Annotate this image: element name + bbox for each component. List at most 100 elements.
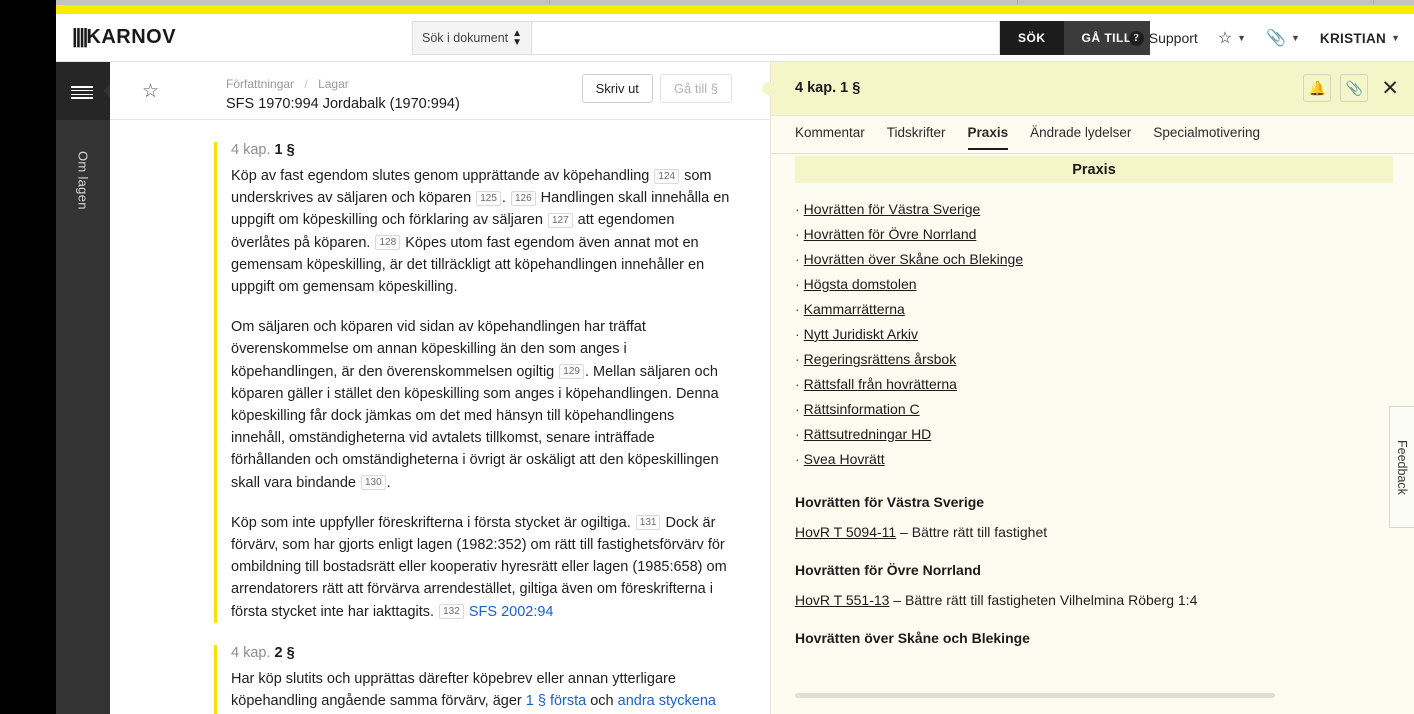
chevron-down-icon: ▼ — [1237, 33, 1247, 43]
bullet-icon: · — [795, 301, 800, 317]
court-anchor-link[interactable]: Rättsinformation C — [804, 401, 920, 417]
sidebar-item-om-lagen[interactable]: Om lagen — [56, 120, 110, 240]
court-anchor-link[interactable]: Rättsfall från hovrätterna — [804, 376, 957, 392]
inline-reference-link[interactable]: SFS 2002:94 — [469, 604, 554, 620]
praxis-tab-bar: Kommentar Tidskrifter Praxis Ändrade lydels… — [771, 116, 1414, 154]
support-label: Support — [1148, 30, 1198, 46]
tab-specialmotivering[interactable]: Specialmotivering — [1153, 125, 1260, 150]
footnote-marker[interactable]: 129 — [559, 364, 584, 380]
list-item: · Kammarrätterna — [795, 297, 1391, 322]
close-icon[interactable]: ✕ — [1381, 78, 1399, 99]
user-name-label: KRISTIAN — [1319, 30, 1387, 46]
bullet-icon: · — [795, 426, 800, 442]
tab-praxis[interactable]: Praxis — [967, 125, 1009, 150]
paperclip-icon[interactable]: 📎 — [1340, 74, 1369, 102]
list-item: · Hovrätten för Övre Norrland — [795, 222, 1391, 247]
tab-kommentar[interactable]: Kommentar — [795, 125, 865, 150]
court-anchor-link[interactable]: Högsta domstolen — [804, 276, 917, 292]
breadcrumb-item-forfattningar[interactable]: Författningar — [226, 77, 294, 91]
court-anchor-link[interactable]: Hovrätten för Övre Norrland — [804, 226, 977, 242]
footnote-marker[interactable]: 124 — [654, 168, 680, 184]
bullet-icon: · — [795, 226, 800, 242]
list-item: · Rättsinformation C — [795, 397, 1391, 422]
section-number: 1 § — [274, 142, 295, 158]
case-description: – Bättre rätt till fastigheten Vilhelmin… — [889, 592, 1198, 608]
toc-toggle-button[interactable] — [56, 62, 110, 120]
praxis-content[interactable]: · Hovrätten för Västra Sverige · Hovrätten … — [771, 188, 1414, 708]
question-circle-icon: ? — [1128, 30, 1144, 46]
court-anchor-link[interactable]: Hovrätten över Skåne och Blekinge — [804, 251, 1023, 267]
breadcrumb-separator: / — [304, 77, 308, 91]
chevron-down-icon: ▼ — [1391, 33, 1400, 43]
stepper-updown-icon: ▲ ▼ — [512, 28, 522, 48]
user-menu[interactable]: KRISTIAN ▼ — [1320, 31, 1400, 46]
footnote-marker[interactable]: 131 — [635, 515, 661, 531]
court-anchor-link[interactable]: Regeringsrättens årsbok — [804, 351, 957, 367]
karnov-logo[interactable]: ||||KARNOV — [72, 26, 176, 49]
print-button[interactable]: Skriv ut — [581, 74, 653, 103]
footnote-marker[interactable]: 130 — [360, 475, 386, 491]
favorite-star-icon[interactable]: ☆ — [142, 82, 159, 101]
case-reference-link[interactable]: HovR T 5094-11 — [795, 524, 896, 540]
breadcrumb-item-lagar[interactable]: Lagar — [318, 77, 349, 91]
left-rail: Om lagen — [56, 62, 110, 714]
inline-reference-link[interactable]: andra styckena — [618, 693, 716, 709]
court-anchor-link[interactable]: Kammarrätterna — [804, 301, 905, 317]
star-outline-icon: ☆ — [1217, 30, 1233, 47]
app-header: ||||KARNOV Sök i dokument ▲ ▼ SÖK GÅ TILL… — [56, 14, 1414, 62]
list-item: · Svea Hovrätt — [795, 447, 1391, 472]
list-item: · Hovrätten över Skåne och Blekinge — [795, 247, 1391, 272]
attachments-menu[interactable]: 📎 ▼ — [1266, 28, 1300, 48]
favorites-menu[interactable]: ☆ ▼ — [1218, 28, 1246, 48]
bell-icon[interactable]: 🔔 — [1303, 74, 1332, 102]
list-item: · Regeringsrättens årsbok — [795, 347, 1391, 372]
logo-bars-icon: |||| — [72, 26, 88, 48]
list-item: · Hovrätten för Västra Sverige — [795, 197, 1391, 222]
court-heading: Hovrätten för Västra Sverige — [795, 494, 985, 510]
search-bar: Sök i dokument ▲ ▼ SÖK GÅ TILL — [412, 21, 1150, 55]
court-anchor-link[interactable]: Hovrätten för Västra Sverige — [804, 201, 981, 217]
bullet-icon: · — [795, 326, 800, 342]
law-paragraph: Om säljaren och köparen vid sidan av köp… — [231, 319, 719, 491]
tab-ändrade-lydelser[interactable]: Ändrade lydelser — [1030, 125, 1131, 150]
praxis-horizontal-scrollbar[interactable] — [795, 693, 1393, 698]
list-item: · Rättsutredningar HD — [795, 422, 1391, 447]
inline-reference-link[interactable]: 1 § första — [526, 693, 586, 709]
praxis-panel-header: 4 kap. 1 § 🔔 📎 ✕ — [762, 62, 1414, 116]
footnote-marker[interactable]: 125 — [476, 190, 501, 206]
footnote-marker[interactable]: 126 — [510, 190, 536, 206]
bullet-icon: · — [795, 251, 800, 267]
brand-accent-band — [56, 5, 1414, 14]
document-actions: Skriv ut Gå till § — [581, 74, 732, 103]
footnote-marker[interactable]: 128 — [375, 235, 401, 251]
praxis-panel-title: 4 kap. 1 § — [795, 80, 861, 96]
case-reference-link[interactable]: HovR T 551-13 — [795, 592, 889, 608]
search-button[interactable]: SÖK — [1000, 21, 1064, 55]
court-anchor-link[interactable]: Rättsutredningar HD — [804, 426, 932, 442]
case-description: – Bättre rätt till fastighet — [896, 524, 1048, 540]
paperclip-icon: 📎 — [1266, 30, 1286, 47]
court-anchor-link[interactable]: Nytt Juridiskt Arkiv — [804, 326, 918, 342]
footnote-marker[interactable]: 127 — [547, 212, 573, 228]
document-body[interactable]: 4 kap. 1 § Köp av fast egendom slutes gen… — [110, 120, 770, 714]
feedback-tab[interactable]: Feedback — [1389, 406, 1414, 528]
search-input[interactable] — [532, 21, 1000, 55]
footnote-marker[interactable]: 132 — [439, 604, 464, 620]
goto-section-button: Gå till § — [659, 74, 732, 103]
sidebar-item-label: Om lagen — [75, 150, 91, 210]
support-link[interactable]: ? Support — [1128, 30, 1198, 46]
breadcrumb: Författningar / Lagar — [226, 77, 349, 91]
law-section: 4 kap. 1 § Köp av fast egendom slutes gen… — [214, 142, 730, 623]
section-chapter: 4 kap. — [231, 644, 275, 661]
court-heading: Hovrätten för Övre Norrland — [795, 562, 981, 578]
tab-tidskrifter[interactable]: Tidskrifter — [887, 125, 946, 150]
logo-text: KARNOV — [86, 26, 177, 48]
search-scope-label: Sök i dokument — [422, 31, 509, 45]
bullet-icon: · — [795, 376, 800, 392]
court-anchor-link[interactable]: Svea Hovrätt — [804, 451, 885, 467]
section-number: 2 § — [274, 644, 295, 661]
law-paragraph: Köp som inte uppfyller föreskrifterna i … — [231, 514, 727, 620]
list-item: · Nytt Juridiskt Arkiv — [795, 322, 1391, 347]
search-scope-select[interactable]: Sök i dokument ▲ ▼ — [412, 21, 532, 55]
